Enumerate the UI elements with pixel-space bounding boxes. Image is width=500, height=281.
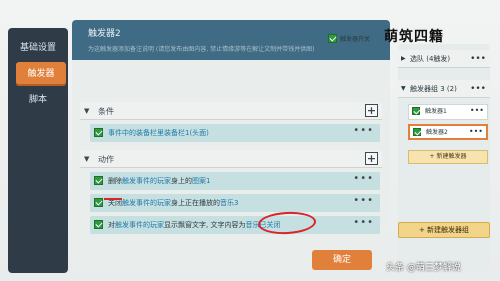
- condition-text: 事件中的装备栏里装备栏1(头面): [108, 129, 209, 137]
- action-text: 对触发事件的玩家显示飘窗文字, 文字内容为音乐已关闭: [108, 221, 281, 229]
- trigger-title[interactable]: 触发器2: [88, 26, 121, 39]
- trigger-editor: 触发器2 为这触发器添加备注说明 (请您发布由图内容, 禁止情缘游等在解让文制并…: [72, 20, 390, 270]
- new-trigger-group-button[interactable]: + 新建触发器组: [398, 222, 490, 238]
- more-options-icon[interactable]: •••: [353, 125, 374, 136]
- confirm-button[interactable]: 确定: [312, 250, 372, 270]
- actions-title: 动作: [98, 155, 114, 164]
- add-condition-button[interactable]: +: [365, 104, 378, 117]
- nav-item-triggers[interactable]: 触发器: [16, 62, 66, 86]
- more-options-icon[interactable]: •••: [470, 80, 486, 98]
- collapse-caret-icon[interactable]: ▼: [84, 155, 89, 163]
- more-options-icon[interactable]: •••: [353, 195, 374, 206]
- more-options-icon[interactable]: •••: [353, 217, 374, 228]
- more-options-icon[interactable]: •••: [470, 50, 486, 68]
- nav-item-basic-settings[interactable]: 基础设置: [10, 36, 66, 60]
- checkbox-icon[interactable]: [412, 107, 420, 115]
- trigger-group-collapsed[interactable]: ▶ 选队 (4触发) •••: [398, 50, 490, 68]
- trigger-note-placeholder[interactable]: 为这触发器添加备注说明 (请您发布由图内容, 禁止情缘游等在解让文制并带钱并供图…: [88, 44, 314, 53]
- enable-label: 触发器开关: [340, 36, 371, 43]
- watermark-logo: 萌筑四籍: [384, 29, 444, 45]
- action-text: 删除触发事件的玩家身上的图案1: [108, 177, 211, 185]
- trigger-enable-toggle[interactable]: 触发器开关: [328, 28, 386, 43]
- red-underline-annotation: [104, 198, 122, 200]
- expand-caret-icon[interactable]: ▶: [401, 50, 406, 68]
- checkbox-icon[interactable]: [94, 128, 103, 137]
- add-action-button[interactable]: +: [365, 152, 378, 165]
- more-options-icon[interactable]: •••: [470, 104, 484, 118]
- checkbox-icon[interactable]: [94, 220, 103, 229]
- action-row[interactable]: 删除触发事件的玩家身上的图案1 •••: [90, 172, 380, 190]
- trigger-list-item[interactable]: 触发器1 •••: [408, 104, 488, 120]
- actions-section: ▼ 动作 +: [80, 150, 382, 168]
- conditions-title: 条件: [98, 107, 114, 116]
- action-text: 关闭触发事件的玩家身上正在播放的音乐3: [108, 199, 239, 207]
- trigger-list-item-selected[interactable]: 触发器2 •••: [408, 124, 488, 140]
- condition-row[interactable]: 事件中的装备栏里装备栏1(头面) •••: [90, 124, 380, 142]
- checkbox-icon[interactable]: [94, 176, 103, 185]
- action-row[interactable]: 对触发事件的玩家显示飘窗文字, 文字内容为音乐已关闭 •••: [90, 216, 380, 234]
- checkbox-icon[interactable]: [413, 128, 421, 136]
- app-window: 基础设置 触发器 脚本 触发器2 为这触发器添加备注说明 (请您发布由图内容, …: [0, 0, 500, 281]
- more-options-icon[interactable]: •••: [469, 125, 483, 139]
- collapse-caret-icon[interactable]: ▼: [401, 80, 406, 98]
- new-trigger-button[interactable]: + 新建触发器: [408, 150, 488, 164]
- nav-item-scripts[interactable]: 脚本: [10, 88, 66, 112]
- left-nav: 基础设置 触发器 脚本: [8, 28, 68, 273]
- watermark-credit: 头条 @萌三梦解说: [386, 263, 461, 273]
- collapse-caret-icon[interactable]: ▼: [84, 107, 89, 115]
- more-options-icon[interactable]: •••: [353, 173, 374, 184]
- checkbox-icon[interactable]: [328, 34, 337, 43]
- action-row[interactable]: 关闭触发事件的玩家身上正在播放的音乐3 •••: [90, 194, 380, 212]
- checkbox-icon[interactable]: [94, 198, 103, 207]
- trigger-group-open[interactable]: ▼ 触发器组 3 (2) •••: [398, 80, 490, 98]
- conditions-section: ▼ 条件 +: [80, 102, 382, 120]
